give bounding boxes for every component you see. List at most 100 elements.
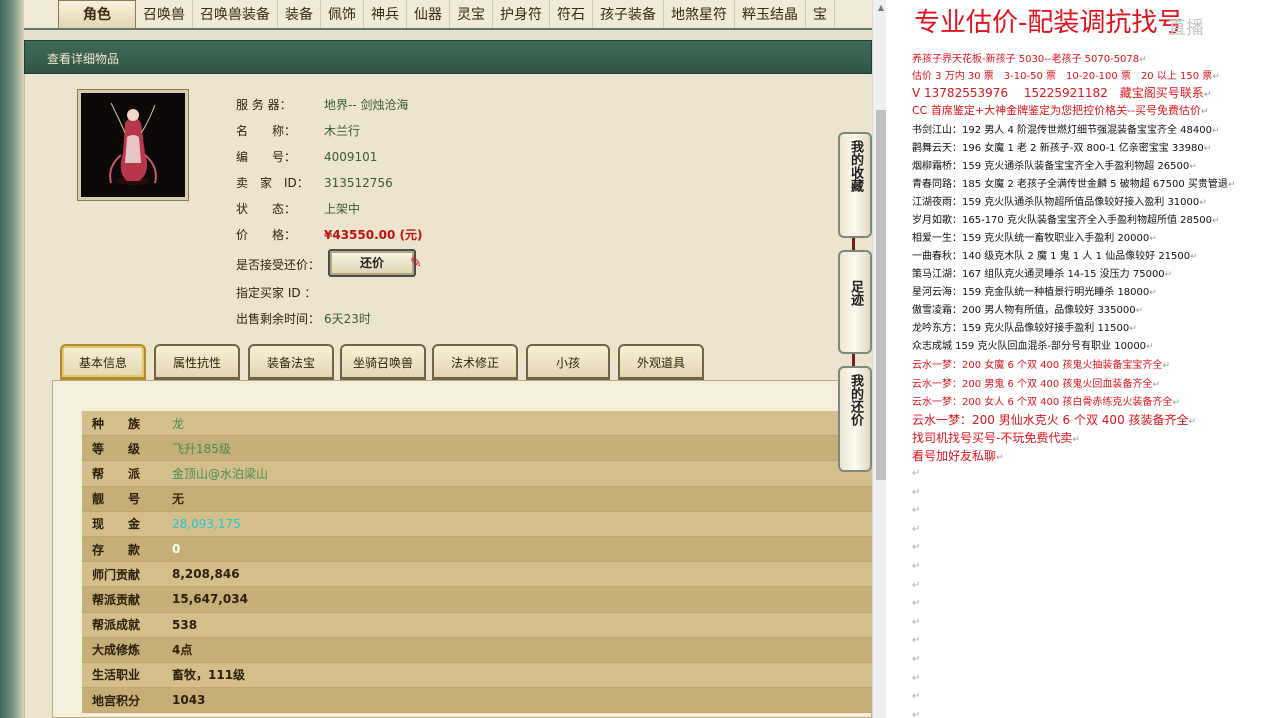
side-connector (852, 354, 855, 366)
tab-role[interactable]: 角色 (58, 0, 136, 28)
para-mark: ↵ (1164, 270, 1173, 280)
para-mark: ↵ (912, 486, 921, 498)
doc-line: 岁月如歌：165-170 克火队装备宝宝齐全入手盈利物超所值 28500↵ (912, 211, 1220, 226)
tab-treasure[interactable]: 宝 (806, 0, 835, 28)
doc-line: 看号加好友私聊↵ (912, 447, 1004, 464)
document-panel: 专业估价-配装调抗找号 直播 养孩子界天花板-新孩子 5030--老孩子 507… (908, 0, 1280, 718)
para-mark: ↵ (1172, 398, 1180, 408)
price-row: 价 格： ¥43550.00 (元) (236, 226, 423, 243)
para-mark: ↵ (1212, 72, 1220, 82)
table-row: 帮派成就 538 (82, 612, 872, 638)
subtab-child[interactable]: 小孩 (526, 344, 610, 380)
row-key: 地宫积分 (92, 693, 141, 708)
tab-child-equipment[interactable]: 孩子装备 (593, 0, 664, 28)
row-value: 无 (172, 492, 185, 507)
tab-equipment[interactable]: 装备 (278, 0, 321, 28)
row-key: 存 款 (92, 542, 141, 557)
doc-line: 龙吟东方：159 克火队品像较好接手盈利 11500↵ (912, 319, 1137, 334)
row-value: 1043 (172, 693, 206, 708)
my-counter-offers-button[interactable]: 我的还价 (838, 366, 872, 472)
footprints-button[interactable]: 足迹 (838, 250, 872, 354)
doc-line-text: 众志成城 159 克火队回血混杀-部分号有职业 10000 (912, 341, 1147, 352)
doc-line-text: 估价 3 万内 30 票 3-10-50 票 10-20-100 票 20 以上… (912, 71, 1213, 82)
remaining-value: 6天23时 (324, 312, 371, 326)
scrollbar-thumb[interactable] (876, 110, 886, 480)
row-value: 0 (172, 542, 181, 557)
row-key: 帮派贡献 (92, 592, 141, 607)
subtab-mount-summon[interactable]: 坐骑召唤兽 (340, 344, 426, 380)
seller-row: 卖 家 ID： 313512756 (236, 174, 393, 191)
doc-line: 估价 3 万内 30 票 3-10-50 票 10-20-100 票 20 以上… (912, 67, 1220, 82)
row-key: 现 金 (92, 517, 141, 532)
row-value: 15,647,034 (172, 592, 248, 607)
doc-line: 策马江湖：167 组队克火通灵睡杀 14-15 没压力 75000↵ (912, 265, 1172, 280)
remaining-row: 出售剩余时间： 6天23时 (236, 310, 371, 327)
scroll-up-icon[interactable]: ▲ (873, 0, 886, 16)
para-mark: ↵ (912, 468, 921, 479)
tab-divine-weapon[interactable]: 神兵 (364, 0, 407, 28)
doc-line-text: CC 首席鉴定+大神金牌鉴定为您把控价格关--买号免费估价 (912, 104, 1202, 117)
character-figure-icon (109, 102, 157, 185)
buyer-row: 指定买家 ID ： (236, 284, 324, 301)
table-row: 现 金 28,093,175 (82, 511, 872, 537)
doc-line-text: 云水一梦：200 男鬼 6 个双 400 孩鬼火回血装备齐全 (912, 379, 1153, 390)
doc-line: 星河云海：159 克金队统一种植景行明光睡杀 18000↵ (912, 283, 1157, 298)
doc-line: 烟柳霜桥：159 克火通杀队装备宝宝齐全入手盈利物超 26500↵ (912, 157, 1197, 172)
counter-offer-button[interactable]: 还价 (328, 249, 416, 277)
tab-rune-stone[interactable]: 符石 (550, 0, 593, 28)
tab-amulet[interactable]: 护身符 (493, 0, 550, 28)
tab-summon[interactable]: 召唤兽 (136, 0, 193, 28)
counter-offer-row: 是否接受还价： (236, 256, 324, 273)
para-mark: ↵ (1162, 361, 1170, 371)
row-value: 畜牧，111级 (172, 668, 246, 683)
para-mark: ↵ (1201, 107, 1209, 117)
doc-line-text: 傲雪凌霜：200 男人物有所值，品像较好 335000 (912, 305, 1136, 316)
table-row: 存 款 0 (82, 536, 872, 563)
doc-line: 书剑江山：192 男人 4 阶混传世燃灯细节强混装备宝宝齐全 48400↵ (912, 121, 1220, 136)
counter-offer-label: 是否接受还价： (236, 258, 321, 272)
table-row: 生活职业 畜牧，111级 (82, 662, 872, 689)
table-row: 等 级 飞升185级 (82, 436, 872, 462)
subtab-basic-info[interactable]: 基本信息 (60, 344, 146, 380)
doc-line-text: 看号加好友私聊 (912, 449, 997, 463)
doc-line: 云水一梦：200 女人 6 个双 400 孩白骨赤练克火装备齐全↵ (912, 393, 1180, 408)
subtab-spell-correction[interactable]: 法术修正 (432, 344, 518, 380)
page-scrollbar[interactable]: ▲ (872, 0, 886, 718)
subtab-equipment-treasure[interactable]: 装备法宝 (248, 344, 334, 380)
my-favorites-button[interactable]: 我的收藏 (838, 132, 872, 238)
doc-line-text: 江湖夜雨：159 克火队通杀队物超所值品像较好接入盈利 31000 (912, 197, 1200, 208)
tab-star-talisman[interactable]: 地煞星符 (664, 0, 735, 28)
tab-jade-crystal[interactable]: 粹玉结晶 (735, 0, 806, 28)
para-mark: ↵ (1211, 126, 1220, 136)
basic-info-table: 种 族 龙 等 级 飞升185级 帮 派 金顶山@水泊梁山 靓 号 无 现 金 28,09… (82, 411, 872, 714)
doc-line-text: 策马江湖：167 组队克火通灵睡杀 14-15 没压力 75000 (912, 269, 1165, 280)
my-favorites-label: 我的收藏 (848, 140, 863, 192)
subtab-attributes[interactable]: 属性抗性 (154, 344, 240, 380)
number-row: 编 号： 4009101 (236, 148, 377, 165)
document-title: 专业估价-配装调抗找号 (914, 8, 1184, 38)
row-value: 龙 (172, 416, 185, 431)
doc-line: 找司机找号买号-不玩免费代卖↵ (912, 429, 1080, 446)
table-row: 帮派贡献 15,647,034 (82, 587, 872, 613)
tab-spirit-treasure[interactable]: 灵宝 (450, 0, 493, 28)
row-value: 28,093,175 (172, 516, 241, 531)
tab-summon-equipment[interactable]: 召唤兽装备 (193, 0, 278, 28)
row-value: 金顶山@水泊梁山 (172, 466, 269, 481)
doc-line-text: 鹳舞云天：196 女魔 1 老 2 新孩子-双 800-1 亿亲密宝宝 3398… (912, 143, 1204, 154)
row-value: 8,208,846 (172, 567, 240, 582)
para-mark: ↵ (1227, 180, 1236, 190)
doc-line-text: 相爱一生：159 克火队统一畜牧职业入手盈利 20000 (912, 233, 1150, 244)
buyer-label: 指定买家 ID ： (236, 286, 317, 300)
table-row: 帮 派 金顶山@水泊梁山 (82, 461, 872, 487)
status-value: 上架中 (324, 202, 361, 216)
seller-id-value: 313512756 (324, 176, 393, 190)
tab-immortal-weapon[interactable]: 仙器 (407, 0, 450, 28)
table-row: 种 族龙 (82, 411, 872, 437)
row-key: 靓 号 (92, 492, 141, 507)
subtab-appearance[interactable]: 外观道具 (618, 344, 704, 380)
row-key: 种 族 (92, 416, 141, 431)
my-counter-offers-label: 我的还价 (848, 374, 863, 426)
tab-accessory[interactable]: 佩饰 (321, 0, 364, 28)
para-mark: ↵ (1072, 435, 1080, 445)
server-value: 地界-- 剑烛沧海 (324, 98, 409, 112)
